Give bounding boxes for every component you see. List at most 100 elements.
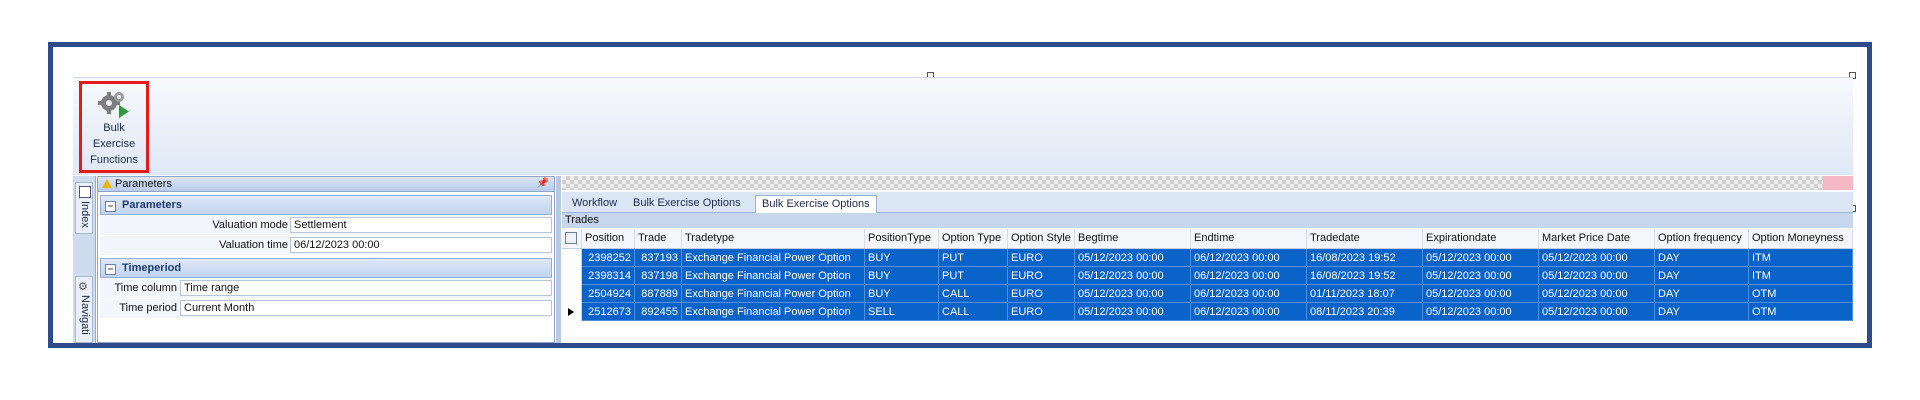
table-cell[interactable]: BUY (865, 249, 939, 267)
side-tab-index[interactable]: Index (75, 182, 93, 234)
table-cell[interactable]: OTM (1749, 285, 1853, 303)
valuation-mode-label: Valuation mode (212, 219, 288, 231)
table-row[interactable]: 2398252 837193 Exchange Financial Power Op… (562, 249, 1853, 267)
table-row[interactable]: 2512673 892455 Exchange Financial Power Op… (562, 303, 1853, 321)
table-cell[interactable]: EURO (1008, 249, 1075, 267)
table-cell[interactable]: 2398314 (582, 267, 635, 285)
table-cell[interactable]: OTM (1749, 303, 1853, 321)
valuation-mode-field[interactable]: Settlement (290, 217, 552, 233)
table-cell[interactable]: CALL (939, 285, 1008, 303)
row-indicator[interactable] (562, 285, 582, 303)
column-header[interactable]: Endtime (1191, 229, 1307, 248)
tab-workflow[interactable]: Workflow (566, 195, 623, 212)
table-cell[interactable]: 887889 (635, 285, 682, 303)
table-cell[interactable]: 05/12/2023 00:00 (1075, 267, 1191, 285)
collapse-icon[interactable]: − (105, 201, 116, 212)
table-cell[interactable]: 2512673 (582, 303, 635, 321)
column-header[interactable]: Option Type (939, 229, 1008, 248)
table-cell[interactable]: Exchange Financial Power Option (682, 285, 865, 303)
column-header[interactable]: Market Price Date (1539, 229, 1655, 248)
valuation-time-field[interactable]: 06/12/2023 00:00 (290, 237, 552, 253)
current-row-arrow-icon (568, 308, 574, 316)
bulk-button-label-3: Functions (90, 154, 138, 166)
bulk-exercise-functions-button[interactable]: Bulk Exercise Functions (79, 81, 149, 173)
application-window: Bulk Exercise Functions Index ⚙ Navigati… (73, 72, 1856, 343)
table-cell[interactable]: 05/12/2023 00:00 (1539, 285, 1655, 303)
column-header[interactable]: Trade (635, 229, 682, 248)
row-indicator[interactable] (562, 267, 582, 285)
tab-bulk-exercise-options-1[interactable]: Bulk Exercise Options (627, 195, 747, 212)
table-cell[interactable]: 06/12/2023 00:00 (1191, 267, 1307, 285)
column-header[interactable]: Position (582, 229, 635, 248)
warning-icon (102, 179, 112, 188)
pin-icon[interactable]: 📌 (537, 177, 549, 191)
screenshot-frame: Bulk Exercise Functions Index ⚙ Navigati… (48, 42, 1872, 348)
collapse-icon[interactable]: − (105, 264, 116, 275)
table-cell[interactable]: 06/12/2023 00:00 (1191, 249, 1307, 267)
side-tab-index-label: Index (79, 201, 91, 228)
column-header[interactable]: Tradedate (1307, 229, 1423, 248)
column-header[interactable]: Expirationdate (1423, 229, 1539, 248)
column-header[interactable]: Begtime (1075, 229, 1191, 248)
table-cell[interactable]: Exchange Financial Power Option (682, 249, 865, 267)
parameters-section-header[interactable]: − Parameters (100, 195, 552, 215)
table-cell[interactable]: 05/12/2023 00:00 (1075, 249, 1191, 267)
table-cell[interactable]: 2398252 (582, 249, 635, 267)
table-cell[interactable]: 05/12/2023 00:00 (1075, 303, 1191, 321)
table-cell[interactable]: 05/12/2023 00:00 (1423, 267, 1539, 285)
time-column-field[interactable]: Time range (180, 280, 552, 296)
row-indicator[interactable] (562, 303, 582, 321)
table-cell[interactable]: 837193 (635, 249, 682, 267)
table-cell[interactable]: ITM (1749, 249, 1853, 267)
table-cell[interactable]: 05/12/2023 00:00 (1539, 267, 1655, 285)
table-cell[interactable]: 837198 (635, 267, 682, 285)
table-cell[interactable]: 05/12/2023 00:00 (1423, 285, 1539, 303)
table-cell[interactable]: EURO (1008, 285, 1075, 303)
table-cell[interactable]: ITM (1749, 267, 1853, 285)
table-cell[interactable]: 05/12/2023 00:00 (1423, 249, 1539, 267)
table-cell[interactable]: CALL (939, 303, 1008, 321)
table-cell[interactable]: DAY (1655, 285, 1749, 303)
table-cell[interactable]: 05/12/2023 00:00 (1075, 285, 1191, 303)
table-cell[interactable]: 05/12/2023 00:00 (1423, 303, 1539, 321)
table-cell[interactable]: DAY (1655, 267, 1749, 285)
table-cell[interactable]: 08/11/2023 20:39 (1307, 303, 1423, 321)
column-header[interactable]: Tradetype (682, 229, 865, 248)
timeperiod-section-header[interactable]: − Timeperiod (100, 258, 552, 278)
table-cell[interactable]: SELL (865, 303, 939, 321)
table-cell[interactable]: Exchange Financial Power Option (682, 267, 865, 285)
table-cell[interactable]: DAY (1655, 303, 1749, 321)
column-chooser-cell[interactable] (562, 229, 582, 248)
column-header[interactable]: Option Style (1008, 229, 1075, 248)
column-header[interactable]: PositionType (865, 229, 939, 248)
table-cell[interactable]: 01/11/2023 18:07 (1307, 285, 1423, 303)
table-cell[interactable]: 2504924 (582, 285, 635, 303)
table-cell[interactable]: BUY (865, 285, 939, 303)
table-cell[interactable]: PUT (939, 249, 1008, 267)
tab-bulk-exercise-options-2[interactable]: Bulk Exercise Options (755, 195, 877, 213)
table-cell[interactable]: 16/08/2023 19:52 (1307, 249, 1423, 267)
row-indicator[interactable] (562, 249, 582, 267)
table-cell[interactable]: Exchange Financial Power Option (682, 303, 865, 321)
column-header[interactable]: Option frequency (1655, 229, 1749, 248)
table-row[interactable]: 2504924 887889 Exchange Financial Power Op… (562, 285, 1853, 303)
table-cell[interactable]: PUT (939, 267, 1008, 285)
table-cell[interactable]: 06/12/2023 00:00 (1191, 303, 1307, 321)
column-chooser-icon[interactable] (565, 232, 577, 244)
column-header[interactable]: Option Moneyness (1749, 229, 1853, 248)
table-row[interactable]: 2398314 837198 Exchange Financial Power Op… (562, 267, 1853, 285)
table-cell[interactable]: 05/12/2023 00:00 (1539, 303, 1655, 321)
table-cell[interactable]: 16/08/2023 19:52 (1307, 267, 1423, 285)
table-cell[interactable]: 06/12/2023 00:00 (1191, 285, 1307, 303)
table-cell[interactable]: EURO (1008, 303, 1075, 321)
panel-splitter[interactable] (556, 176, 561, 343)
trades-grid: Position Trade Tradetype PositionType Option… (562, 229, 1853, 343)
side-tab-navigation[interactable]: ⚙ Navigati (75, 276, 93, 343)
table-cell[interactable]: BUY (865, 267, 939, 285)
table-cell[interactable]: 892455 (635, 303, 682, 321)
parameters-section-label: Parameters (122, 199, 182, 211)
table-cell[interactable]: EURO (1008, 267, 1075, 285)
table-cell[interactable]: DAY (1655, 249, 1749, 267)
table-cell[interactable]: 05/12/2023 00:00 (1539, 249, 1655, 267)
time-period-field[interactable]: Current Month (180, 300, 552, 316)
